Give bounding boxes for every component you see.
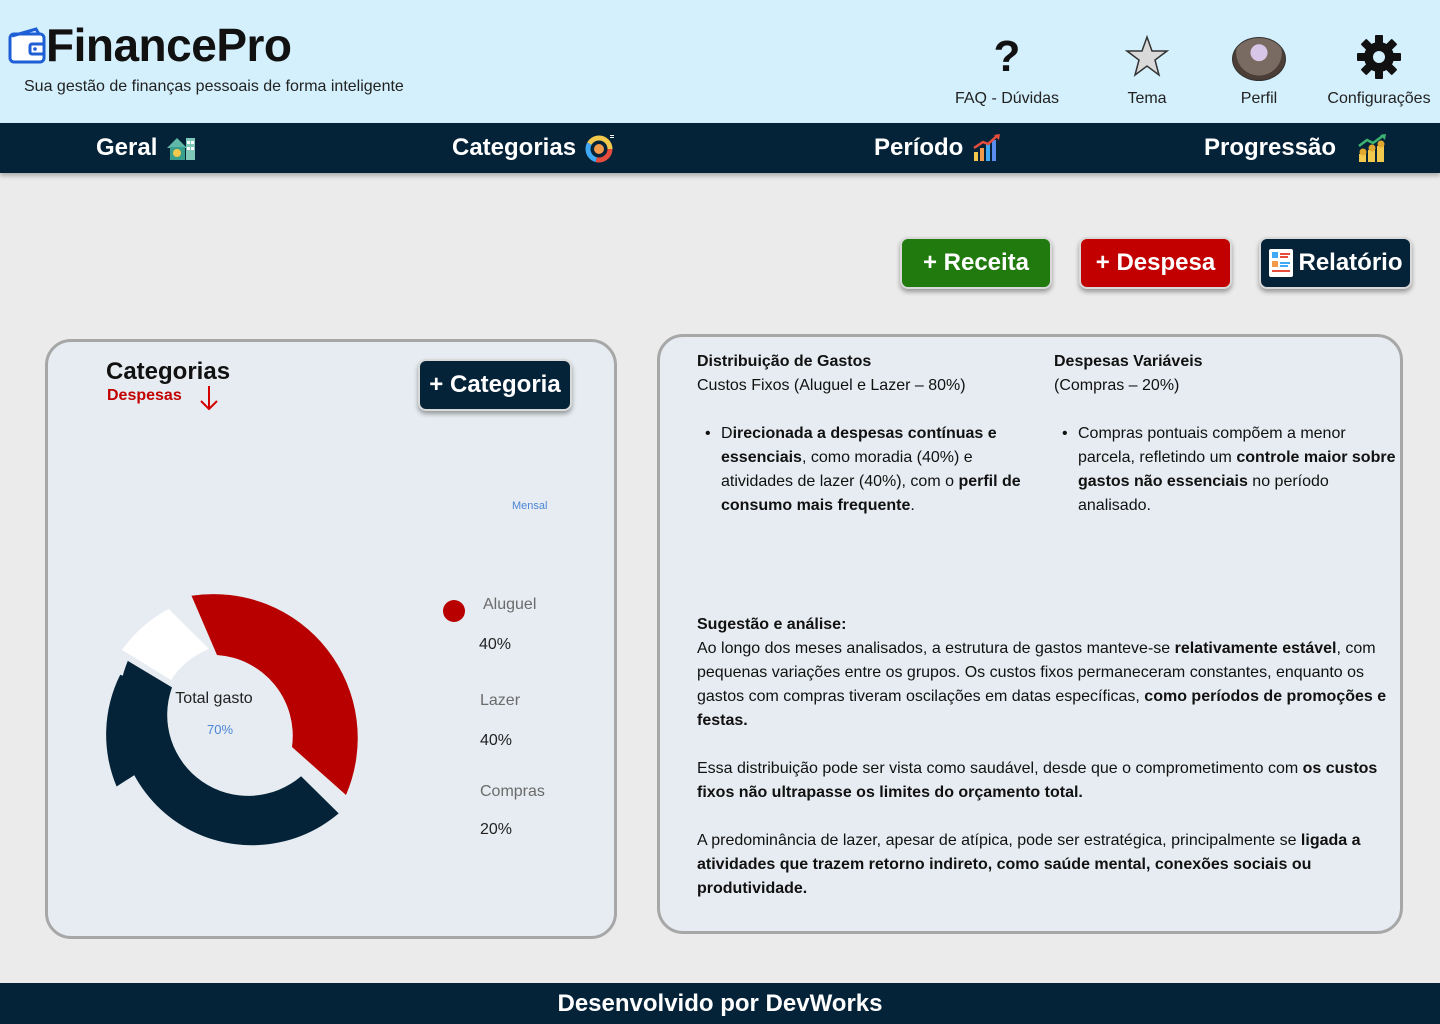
nav-periodo-label: Período (874, 134, 964, 161)
legend-dot-aluguel (443, 600, 465, 622)
report-label: Relatório (1298, 249, 1403, 276)
text-run: D (721, 425, 733, 442)
text-run: A predominância de lazer, apesar de atíp… (697, 832, 1301, 849)
theme-label: Tema (1127, 90, 1167, 107)
brand[interactable]: FinancePro (8, 22, 292, 68)
text-run: Essa distribuição pode ser vista como sa… (697, 760, 1303, 777)
legend-value-lazer: 40% (480, 732, 513, 749)
add-income-button[interactable]: + Receita (900, 237, 1052, 289)
legend-value-aluguel: 40% (479, 636, 512, 653)
settings-button[interactable]: Configurações (1320, 30, 1438, 108)
nav-progressao[interactable]: Progressão (1204, 123, 1388, 173)
suggestion-paragraph-1: Ao longo dos meses analisados, a estrutu… (697, 637, 1387, 733)
add-income-label: + Receita (922, 249, 1030, 276)
profile-button[interactable]: Perfil (1226, 30, 1292, 108)
tagline: Sua gestão de finanças pessoais de forma… (24, 78, 404, 95)
money-house-icon (167, 138, 196, 160)
nav-categorias-label: Categorias (452, 134, 577, 161)
arrow-down-icon (200, 386, 218, 411)
star-icon (1120, 30, 1174, 84)
footer-text: Desenvolvido por DevWorks (557, 989, 883, 1017)
app-header: FinancePro Sua gestão de finanças pessoa… (0, 0, 1440, 123)
bar-chart-icon (973, 134, 1001, 161)
fixed-costs-title: Distribuição de Gastos (697, 353, 872, 370)
avatar-wrap (1232, 30, 1286, 84)
categories-title: Categorias (106, 358, 231, 385)
analysis-card: Distribuição de Gastos Custos Fixos (Alu… (657, 334, 1403, 934)
categories-subtitle: Despesas (107, 387, 182, 404)
wallet-icon (8, 27, 46, 64)
footer: Desenvolvido por DevWorks (0, 983, 1440, 1024)
add-expense-button[interactable]: + Despesa (1079, 237, 1232, 289)
variable-costs-title: Despesas Variáveis (1054, 353, 1203, 370)
theme-button[interactable]: Tema (1112, 30, 1182, 108)
fixed-costs-subtitle: Custos Fixos (Aluguel e Lazer – 80%) (697, 377, 966, 394)
nav-progressao-label: Progressão (1204, 134, 1337, 161)
nav-categorias[interactable]: Categorias (452, 123, 616, 173)
variable-costs-bullet: • Compras pontuais compõem a menor parce… (1062, 422, 1402, 518)
donut-center-label: Total gasto (175, 690, 253, 707)
add-category-button[interactable]: + Categoria (418, 359, 572, 411)
fixed-costs-bullet: • Direcionada a despesas contínuas e ess… (705, 422, 1045, 518)
faq-label: FAQ - Dúvidas (954, 90, 1060, 107)
period-selector[interactable]: Mensal (512, 500, 547, 512)
bullet-dot: • (1062, 425, 1068, 442)
variable-costs-bullet-text: Compras pontuais compõem a menor parcela… (1078, 422, 1402, 518)
question-icon: ? (993, 32, 1021, 81)
legend-name-compras: Compras (480, 783, 545, 800)
legend-name-aluguel: Aluguel (483, 596, 537, 613)
text-run: Ao longo dos meses analisados, a estrutu… (697, 640, 1175, 657)
donut-center-value: 70% (206, 722, 234, 737)
suggestion-title: Sugestão e análise: (697, 616, 847, 633)
nav-geral-label: Geral (96, 134, 158, 161)
growth-coins-icon (1358, 133, 1387, 162)
text-run: . (910, 497, 915, 514)
suggestion-paragraph-2: Essa distribuição pode ser vista como sa… (697, 757, 1387, 805)
donut-chart-icon (585, 135, 615, 163)
add-category-label: + Categoria (429, 371, 561, 398)
avatar (1232, 36, 1286, 81)
nav-geral[interactable]: Geral (96, 123, 197, 173)
suggestion-paragraph-3: A predominância de lazer, apesar de atíp… (697, 829, 1387, 901)
report-icon (1269, 249, 1294, 277)
report-button[interactable]: Relatório (1259, 237, 1412, 289)
nav-periodo[interactable]: Período (874, 123, 1003, 173)
text-run-bold: relativamente estável (1174, 640, 1337, 657)
legend-name-lazer: Lazer (480, 692, 521, 709)
bullet-dot: • (705, 425, 711, 442)
add-expense-label: + Despesa (1095, 249, 1216, 276)
settings-label: Configurações (1327, 90, 1431, 107)
variable-costs-subtitle: (Compras – 20%) (1054, 377, 1180, 394)
gear-icon (1352, 30, 1406, 84)
faq-button[interactable]: ? FAQ - Dúvidas (944, 30, 1070, 108)
fixed-costs-bullet-text: Direcionada a despesas contínuas e essen… (721, 422, 1045, 518)
legend-value-compras: 20% (480, 821, 513, 838)
brand-name: FinancePro (46, 19, 292, 71)
profile-label: Perfil (1240, 90, 1278, 107)
donut-chart (106, 594, 358, 846)
categories-card: Categorias Despesas + Categoria Mensal T… (45, 339, 617, 939)
main-nav: Geral Categorias Período Progressão (0, 123, 1440, 173)
